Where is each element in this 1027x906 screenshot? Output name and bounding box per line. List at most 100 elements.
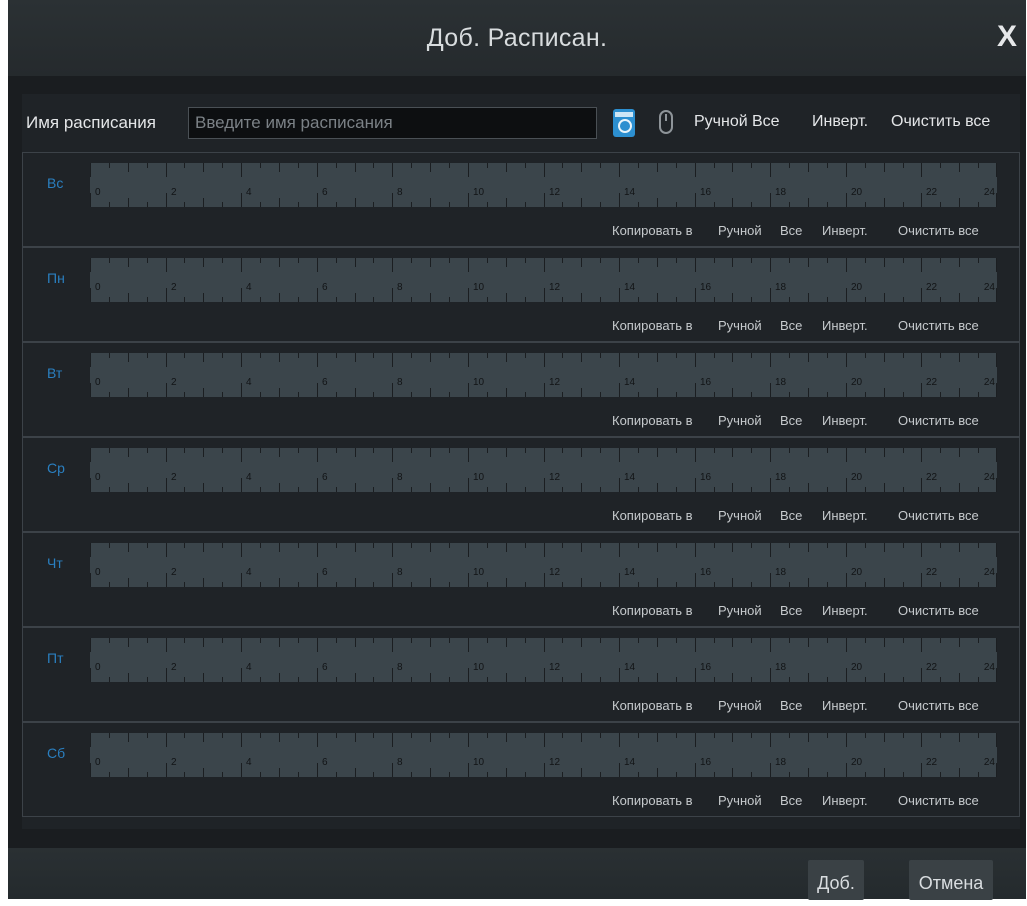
invert-button[interactable]: Инверт. <box>822 603 868 618</box>
copy-to-button[interactable]: Копировать в <box>612 223 693 238</box>
tick-mark <box>241 288 242 302</box>
tick-mark <box>619 448 620 462</box>
clear-all-button[interactable]: Очистить все <box>898 413 979 428</box>
schedule-name-input[interactable] <box>188 107 597 139</box>
tick-mark <box>392 383 393 397</box>
day-timeline[interactable]: 0 2 4 6 8 10 12 14 16 18 20 22 24 <box>90 448 997 492</box>
mouse-icon[interactable] <box>659 110 673 134</box>
manual-button[interactable]: Ручной <box>718 698 762 713</box>
tick-mark <box>109 448 110 453</box>
day-timeline[interactable]: 0 2 4 6 8 10 12 14 16 18 20 22 24 <box>90 638 997 682</box>
copy-to-button[interactable]: Копировать в <box>612 603 693 618</box>
tick-mark <box>827 448 828 453</box>
clear-all-button[interactable]: Очистить все <box>898 603 979 618</box>
select-all-button[interactable]: Все <box>780 793 802 808</box>
clear-all-button[interactable]: Очистить все <box>898 793 979 808</box>
tick-mark <box>789 258 790 263</box>
tick-mark <box>959 483 960 492</box>
tick-mark <box>619 353 620 367</box>
close-icon[interactable]: X <box>994 20 1020 54</box>
manual-button[interactable]: Ручной <box>718 318 762 333</box>
copy-to-button[interactable]: Копировать в <box>612 413 693 428</box>
invert-button[interactable]: Инверт. <box>822 223 868 238</box>
select-all-button[interactable]: Все <box>780 508 802 523</box>
manual-button[interactable]: Ручной <box>718 603 762 618</box>
tick-mark <box>770 543 771 557</box>
select-all-button[interactable]: Все <box>752 113 780 131</box>
copy-to-button[interactable]: Копировать в <box>612 698 693 713</box>
select-all-button[interactable]: Все <box>780 318 802 333</box>
day-timeline[interactable]: 0 2 4 6 8 10 12 14 16 18 20 22 24 <box>90 258 997 302</box>
tick-mark <box>109 638 110 643</box>
copy-to-button[interactable]: Копировать в <box>612 793 693 808</box>
tick-mark <box>714 487 715 492</box>
tick-mark <box>638 353 639 358</box>
manual-button[interactable]: Ручной <box>718 793 762 808</box>
tick-mark <box>203 578 204 587</box>
tick-mark <box>298 543 299 548</box>
tick-mark <box>147 487 148 492</box>
select-all-button[interactable]: Все <box>780 223 802 238</box>
tick-mark <box>884 543 885 552</box>
tick-mark <box>789 392 790 397</box>
tick-mark <box>827 638 828 643</box>
invert-button[interactable]: Инверт. <box>822 318 868 333</box>
cancel-button[interactable]: Отмена <box>909 860 993 900</box>
tick-mark <box>90 638 91 652</box>
tick-mark <box>751 258 752 263</box>
tick-mark <box>789 677 790 682</box>
tick-mark <box>128 448 129 457</box>
invert-button[interactable]: Инверт. <box>822 793 868 808</box>
tick-mark <box>166 763 167 777</box>
tick-mark <box>695 573 696 587</box>
tick-mark <box>430 353 431 362</box>
tick-mark <box>392 543 393 557</box>
tick-mark <box>241 448 242 462</box>
manual-button[interactable]: Ручной <box>718 223 762 238</box>
manual-button[interactable]: Ручной <box>694 113 748 131</box>
tick-mark <box>789 582 790 587</box>
select-all-button[interactable]: Все <box>780 413 802 428</box>
hour-tick-label: 2 <box>171 662 177 673</box>
invert-button[interactable]: Инверт. <box>822 413 868 428</box>
tick-mark <box>921 733 922 747</box>
tick-mark <box>184 487 185 492</box>
day-row: Чт 0 2 4 6 8 10 12 14 16 18 20 22 24 Копировать в Ручно… <box>22 532 1020 627</box>
tick-mark <box>695 763 696 777</box>
day-timeline[interactable]: 0 2 4 6 8 10 12 14 16 18 20 22 24 <box>90 733 997 777</box>
tick-mark <box>147 582 148 587</box>
tick-mark <box>657 258 658 267</box>
day-timeline[interactable]: 0 2 4 6 8 10 12 14 16 18 20 22 24 <box>90 163 997 207</box>
tick-mark <box>241 733 242 747</box>
select-all-button[interactable]: Все <box>780 603 802 618</box>
clear-all-button[interactable]: Очистить все <box>898 318 979 333</box>
tick-mark <box>732 673 733 682</box>
tick-mark <box>884 198 885 207</box>
invert-button[interactable]: Инверт. <box>812 113 868 131</box>
tick-mark <box>884 258 885 267</box>
copy-to-button[interactable]: Копировать в <box>612 318 693 333</box>
calendar-clock-icon[interactable] <box>613 109 635 137</box>
select-all-button[interactable]: Все <box>780 698 802 713</box>
tick-mark <box>827 202 828 207</box>
add-button[interactable]: Доб. <box>808 860 864 900</box>
manual-button[interactable]: Ручной <box>718 508 762 523</box>
tick-mark <box>392 733 393 747</box>
tick-mark <box>109 297 110 302</box>
copy-to-button[interactable]: Копировать в <box>612 508 693 523</box>
tick-mark <box>392 163 393 177</box>
day-timeline[interactable]: 0 2 4 6 8 10 12 14 16 18 20 22 24 <box>90 543 997 587</box>
day-timeline[interactable]: 0 2 4 6 8 10 12 14 16 18 20 22 24 <box>90 353 997 397</box>
hour-tick-label: 8 <box>397 472 403 483</box>
tick-mark <box>921 448 922 462</box>
invert-button[interactable]: Инверт. <box>822 698 868 713</box>
tick-mark <box>751 163 752 168</box>
tick-mark <box>846 448 847 462</box>
clear-all-button[interactable]: Очистить все <box>898 698 979 713</box>
tick-mark <box>940 543 941 548</box>
clear-all-button[interactable]: Очистить все <box>891 113 990 131</box>
invert-button[interactable]: Инверт. <box>822 508 868 523</box>
clear-all-button[interactable]: Очистить все <box>898 508 979 523</box>
clear-all-button[interactable]: Очистить все <box>898 223 979 238</box>
manual-button[interactable]: Ручной <box>718 413 762 428</box>
